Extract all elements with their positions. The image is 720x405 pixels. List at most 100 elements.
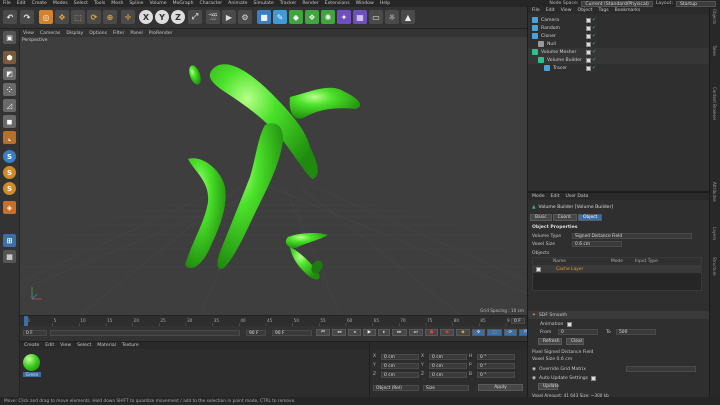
snap-icon[interactable]: S xyxy=(3,150,16,163)
bend-deformer-icon[interactable]: ✺ xyxy=(321,10,335,24)
min-frame-slider[interactable] xyxy=(50,330,240,336)
om-menu-edit[interactable]: Edit xyxy=(546,8,555,13)
camera-icon[interactable]: ▭ xyxy=(369,10,383,24)
sky-icon[interactable]: ▲ xyxy=(401,10,415,24)
viewport-menu-options[interactable]: Options xyxy=(86,31,110,36)
object-row-volume-builder[interactable]: Volume Builder ✓ xyxy=(528,56,710,64)
play-icon[interactable]: ▶ xyxy=(362,329,376,336)
menu-item-extensions[interactable]: Extensions xyxy=(322,1,353,6)
auto-update-radio-icon[interactable]: ◉ xyxy=(532,376,536,381)
edges-mode-icon[interactable]: ◿ xyxy=(3,99,16,112)
render-settings-icon[interactable]: ⚙ xyxy=(238,10,252,24)
viewport-menu-prorender[interactable]: ProRender xyxy=(146,31,176,36)
prev-frame-icon[interactable]: ◂ xyxy=(348,329,361,336)
object-row-cloner[interactable]: Cloner ✓ xyxy=(528,32,710,40)
am-menu-user-data[interactable]: User Data xyxy=(565,194,588,199)
am-menu-mode[interactable]: Mode xyxy=(532,194,545,199)
right-tab-takes[interactable]: Takes xyxy=(712,45,717,56)
keyframe-selection-icon[interactable]: ◆ xyxy=(456,329,470,336)
pen-icon[interactable]: ✎ xyxy=(273,10,287,24)
menu-item-create[interactable]: Create xyxy=(29,1,50,6)
transform-icon[interactable]: ⊕ xyxy=(103,10,117,24)
object-enable-checkbox[interactable] xyxy=(586,57,591,63)
goto-start-icon[interactable]: ⏮ xyxy=(316,329,330,336)
goto-end-icon[interactable]: ⏭ xyxy=(408,329,423,336)
refresh-button[interactable]: Refresh xyxy=(538,337,562,345)
object-enable-checkbox[interactable] xyxy=(586,65,591,71)
live-selection-icon[interactable]: ◎ xyxy=(39,10,53,24)
right-tab-attributes[interactable]: Attributes xyxy=(712,182,717,202)
workplane-icon[interactable]: ◈ xyxy=(3,201,16,214)
menu-item-window[interactable]: Window xyxy=(353,1,377,6)
polygons-mode-icon[interactable]: ◼ xyxy=(3,115,16,128)
clear-button[interactable]: Clear xyxy=(566,337,584,345)
key-scale-icon[interactable]: ⬚ xyxy=(487,329,502,336)
menu-item-spline[interactable]: Spline xyxy=(126,1,146,6)
coord-rot-field[interactable]: 0 ° xyxy=(477,353,515,360)
material-menu-create[interactable]: Create xyxy=(24,343,39,348)
coordinate-mode-dropdown[interactable]: Object (Rel) xyxy=(373,385,419,391)
coord-pos-field[interactable]: 0 cm xyxy=(381,353,419,360)
render-view-icon[interactable]: 🎬 xyxy=(206,10,220,24)
rotate-icon[interactable]: ⟳ xyxy=(87,10,101,24)
object-visibility-flags[interactable]: ✓ xyxy=(586,49,596,55)
locked-workplane-icon[interactable]: ⊞ xyxy=(3,234,16,247)
scale-icon[interactable]: ⬚ xyxy=(71,10,85,24)
subdivision-icon[interactable]: ◆ xyxy=(289,10,303,24)
material-swatch[interactable]: Green xyxy=(23,354,41,377)
animation-checkbox[interactable] xyxy=(567,321,573,327)
menu-item-modes[interactable]: Modes xyxy=(50,1,71,6)
object-row-camera[interactable]: Camera ✓ xyxy=(528,16,710,24)
right-tab-layers[interactable]: Layers xyxy=(712,227,717,240)
attribute-tab-coord[interactable]: Coord. xyxy=(552,214,577,221)
material-menu-edit[interactable]: Edit xyxy=(45,343,54,348)
coord-size-field[interactable]: 0 cm xyxy=(429,371,467,378)
volume-type-dropdown[interactable]: Signed Distance Field xyxy=(572,233,692,239)
axis-x-button[interactable]: X xyxy=(139,10,153,24)
attribute-tab-object[interactable]: Object xyxy=(577,214,603,221)
enable-snap-icon[interactable]: S xyxy=(3,166,16,179)
object-visibility-flags[interactable]: ✓ xyxy=(586,17,596,23)
perspective-viewport[interactable]: Perspective Grid Spacing: 10 cm xyxy=(20,37,527,315)
light-icon[interactable]: ☼ xyxy=(385,10,399,24)
effector-icon[interactable]: ✦ xyxy=(337,10,351,24)
current-frame-field[interactable]: 0 F xyxy=(511,318,525,324)
cube-icon[interactable]: ■ xyxy=(257,10,271,24)
update-button[interactable]: Update xyxy=(538,382,559,390)
autokey-icon[interactable]: ◉ xyxy=(440,329,455,336)
object-visibility-flags[interactable]: ✓ xyxy=(586,57,596,63)
cloner-icon[interactable]: ❖ xyxy=(305,10,319,24)
coord-rot-field[interactable]: 0 ° xyxy=(477,362,515,369)
menu-item-volume[interactable]: Volume xyxy=(147,1,170,6)
model-mode-icon[interactable]: ⬢ xyxy=(3,51,16,64)
to-field[interactable]: 500 xyxy=(616,329,656,335)
start-frame-field[interactable]: 0 F xyxy=(23,330,47,336)
key-rotation-icon[interactable]: ⟳ xyxy=(503,329,518,336)
coord-pos-field[interactable]: 0 cm xyxy=(381,371,419,378)
texture-mode-icon[interactable]: ◩ xyxy=(3,67,16,80)
menu-item-tools[interactable]: Tools xyxy=(91,1,108,6)
record-icon[interactable]: ● xyxy=(424,329,439,336)
om-menu-tags[interactable]: Tags xyxy=(598,8,608,13)
right-tab-objects[interactable]: Objects xyxy=(712,9,717,24)
preview-end-field[interactable]: 90 F xyxy=(272,330,312,336)
layout-dropdown[interactable]: Startup xyxy=(676,0,716,7)
menu-item-mograph[interactable]: MoGraph xyxy=(170,1,197,6)
object-row-null[interactable]: Null ✓ xyxy=(528,40,710,48)
axis-z-button[interactable]: Z xyxy=(171,10,185,24)
material-menu-material[interactable]: Material xyxy=(97,343,116,348)
key-position-icon[interactable]: ✥ xyxy=(471,329,486,336)
object-enable-checkbox[interactable] xyxy=(586,33,591,39)
recent-tools-icon[interactable]: ✛ xyxy=(121,10,135,24)
undo-icon[interactable]: ↶ xyxy=(3,10,17,24)
auto-update-checkbox[interactable] xyxy=(591,375,597,381)
object-enable-checkbox[interactable] xyxy=(586,17,591,23)
menu-item-select[interactable]: Select xyxy=(71,1,91,6)
menu-item-file[interactable]: File xyxy=(0,1,14,6)
end-frame-field[interactable]: 90 F xyxy=(246,330,266,336)
size-mode-dropdown[interactable]: Size xyxy=(423,385,469,391)
snap-settings-icon[interactable]: S xyxy=(3,182,16,195)
menu-item-help[interactable]: Help xyxy=(377,1,393,6)
timeline-ruler[interactable]: 051015202530354045505560657075808590 0 F xyxy=(20,315,527,327)
uv-mode-icon[interactable]: ⌞ xyxy=(3,131,16,144)
